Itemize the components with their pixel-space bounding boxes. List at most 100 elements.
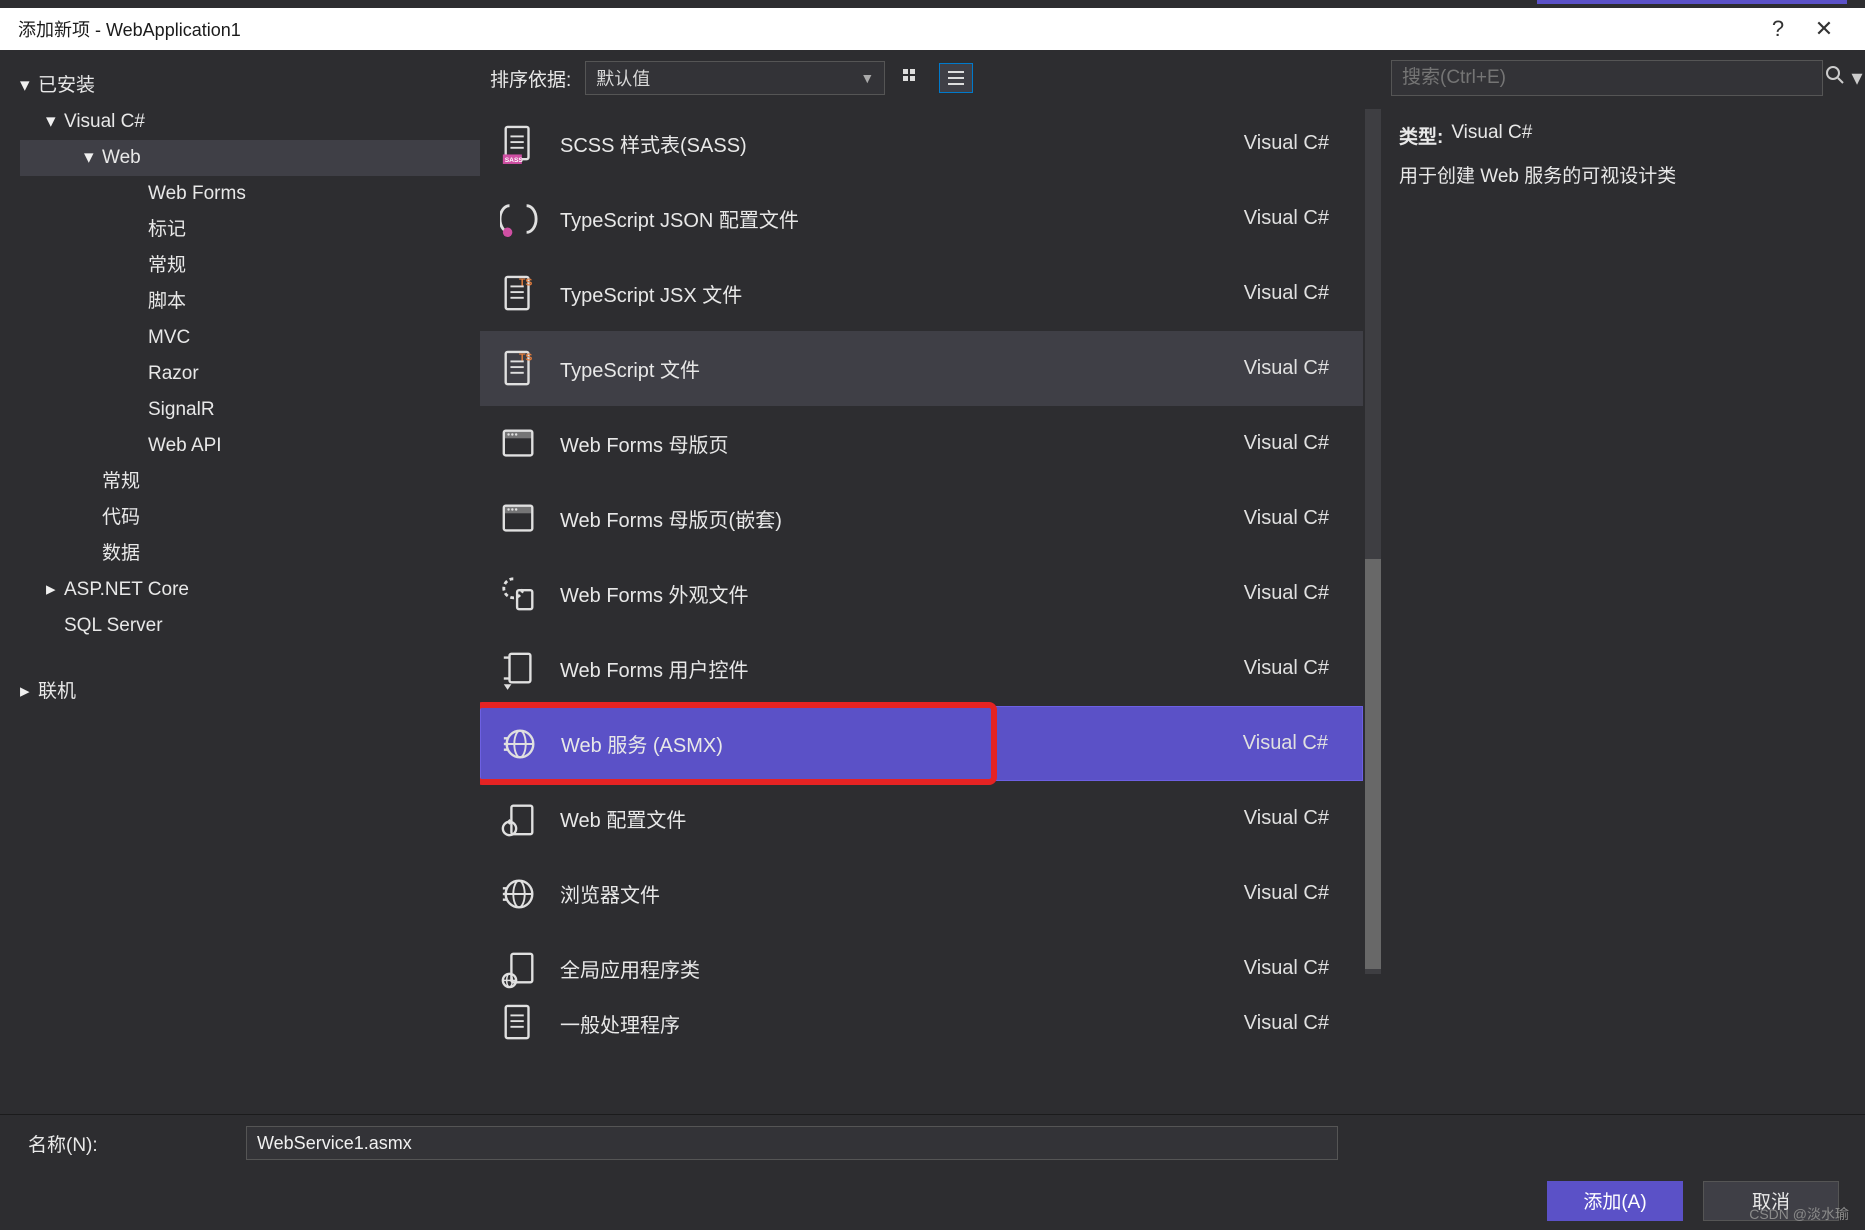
template-language: Visual C# (1213, 282, 1363, 305)
type-label: 类型: (1399, 122, 1443, 149)
template-item[interactable]: SASSSCSS 样式表(SASS)Visual C# (480, 106, 1363, 181)
template-item[interactable]: TS TypeScript JSX 文件Visual C# (480, 256, 1363, 331)
template-name: 全局应用程序类 (560, 954, 1213, 983)
template-name: Web 配置文件 (560, 804, 1213, 833)
template-item[interactable]: TS TypeScript 文件Visual C# (480, 331, 1363, 406)
tree-node[interactable]: ▾Web (20, 140, 480, 176)
sort-label: 排序依据: (490, 65, 571, 92)
tree-label: SignalR (148, 392, 215, 428)
template-item[interactable]: 浏览器文件Visual C# (480, 856, 1363, 931)
title-bar: 添加新项 - WebApplication1 ? ✕ (0, 0, 1865, 50)
tree-node[interactable]: ▾Visual C# (20, 104, 480, 140)
view-list-button[interactable] (939, 63, 973, 93)
template-language: Visual C# (1213, 207, 1363, 230)
template-language: Visual C# (1213, 1012, 1363, 1035)
tree-node[interactable]: ▸ASP.NET Core (20, 572, 480, 608)
template-item[interactable]: Web Forms 用户控件Visual C# (480, 631, 1363, 706)
sort-value: 默认值 (596, 65, 650, 91)
tree-node[interactable]: 脚本 (20, 284, 480, 320)
template-language: Visual C# (1213, 507, 1363, 530)
view-medium-icons-button[interactable] (895, 63, 929, 93)
details-pane: ▾ 类型: Visual C# 用于创建 Web 服务的可视设计类 (1381, 50, 1865, 1114)
search-input[interactable] (1391, 60, 1823, 96)
button-row: 添加(A) 取消 (0, 1171, 1865, 1230)
tree-label: ASP.NET Core (64, 572, 189, 608)
template-item[interactable]: 全局应用程序类Visual C# (480, 931, 1363, 1006)
template-name: Web 服务 (ASMX) (561, 729, 1212, 758)
template-language: Visual C# (1212, 732, 1362, 755)
tree-node[interactable]: 数据 (20, 536, 480, 572)
scrollbar[interactable] (1365, 109, 1381, 974)
center-pane: 排序依据: 默认值 ▼ SASSSCSS 样式表(SASS)Visual C#T… (480, 50, 1381, 1114)
tree-node[interactable]: SQL Server (20, 608, 480, 644)
tree-label: 已安装 (38, 68, 95, 104)
caret-down-icon: ▾ (20, 68, 38, 104)
tree-label: 数据 (102, 536, 140, 572)
global-icon (500, 947, 560, 991)
master-icon (500, 422, 560, 466)
name-input[interactable] (246, 1126, 1338, 1160)
template-language: Visual C# (1213, 432, 1363, 455)
template-language: Visual C# (1213, 132, 1363, 155)
search-row: ▾ (1381, 50, 1865, 106)
svg-text:TS: TS (519, 277, 532, 288)
template-name: Web Forms 母版页 (560, 429, 1213, 458)
watermark: CSDN @淡水瑜 (1749, 1204, 1849, 1224)
master-icon (500, 497, 560, 541)
tree-node[interactable]: 标记 (20, 212, 480, 248)
tree-label: Visual C# (64, 104, 145, 140)
tree-node[interactable]: Razor (20, 356, 480, 392)
window-title: 添加新项 - WebApplication1 (18, 16, 1755, 42)
tree-label: 脚本 (148, 284, 186, 320)
search-icon[interactable]: ▾ (1823, 65, 1865, 91)
config-icon (500, 797, 560, 841)
close-button[interactable]: ✕ (1801, 16, 1847, 42)
tree-node[interactable]: 常规 (20, 248, 480, 284)
tree-node-installed[interactable]: ▾ 已安装 (20, 68, 480, 104)
add-button[interactable]: 添加(A) (1547, 1181, 1683, 1221)
tree-node[interactable]: SignalR (20, 392, 480, 428)
template-language: Visual C# (1213, 807, 1363, 830)
svg-text:TS: TS (519, 352, 532, 363)
tree-node[interactable]: 代码 (20, 500, 480, 536)
template-name: Web Forms 外观文件 (560, 579, 1213, 608)
caret-down-icon: ▾ (84, 140, 102, 176)
tree-node-online[interactable]: ▸ 联机 (20, 674, 480, 710)
template-language: Visual C# (1213, 957, 1363, 980)
caret-down-icon: ▾ (46, 104, 64, 140)
tree-label: 代码 (102, 500, 140, 536)
template-item[interactable]: 一般处理程序Visual C# (480, 1006, 1363, 1040)
tree-node[interactable]: MVC (20, 320, 480, 356)
template-item[interactable]: Web Forms 母版页Visual C# (480, 406, 1363, 481)
accent-strip (1537, 0, 1847, 4)
template-name: TypeScript 文件 (560, 354, 1213, 383)
tree-label: Web Forms (148, 176, 246, 212)
template-name: Web Forms 母版页(嵌套) (560, 504, 1213, 533)
template-item[interactable]: Web Forms 外观文件Visual C# (480, 556, 1363, 631)
template-name: Web Forms 用户控件 (560, 654, 1213, 683)
tree-label: 标记 (148, 212, 186, 248)
tree-node[interactable]: 常规 (20, 464, 480, 500)
template-item[interactable]: Web Forms 母版页(嵌套)Visual C# (480, 481, 1363, 556)
template-name: TypeScript JSX 文件 (560, 279, 1213, 308)
tsjson-icon (500, 197, 560, 241)
tree-label: MVC (148, 320, 190, 356)
template-language: Visual C# (1213, 357, 1363, 380)
tree-label: 联机 (38, 674, 76, 710)
main-area: ▾ 已安装 ▾Visual C#▾WebWeb Forms标记常规脚本MVCRa… (0, 50, 1865, 1114)
help-button[interactable]: ? (1755, 16, 1801, 42)
skin-icon (500, 572, 560, 616)
scroll-thumb[interactable] (1365, 559, 1381, 969)
tree-node[interactable]: Web API (20, 428, 480, 464)
sort-dropdown[interactable]: 默认值 ▼ (585, 61, 885, 95)
template-item[interactable]: Web 服务 (ASMX)Visual C# (480, 706, 1363, 781)
browser-icon (500, 872, 560, 916)
template-name: SCSS 样式表(SASS) (560, 129, 1213, 158)
tree-node[interactable]: Web Forms (20, 176, 480, 212)
template-language: Visual C# (1213, 882, 1363, 905)
template-item[interactable]: TypeScript JSON 配置文件Visual C# (480, 181, 1363, 256)
template-list: SASSSCSS 样式表(SASS)Visual C#TypeScript JS… (480, 106, 1381, 1114)
caret-right-icon: ▸ (20, 674, 38, 710)
handler-icon (500, 1001, 560, 1045)
template-item[interactable]: Web 配置文件Visual C# (480, 781, 1363, 856)
